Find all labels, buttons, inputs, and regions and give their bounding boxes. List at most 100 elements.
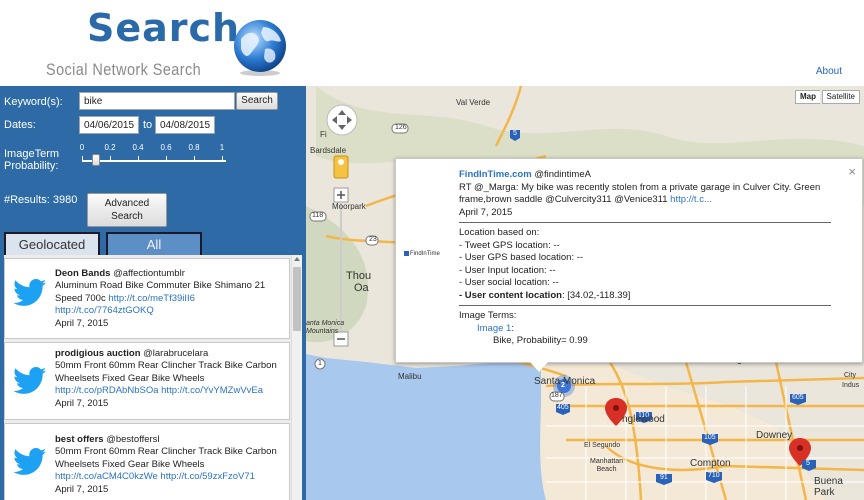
place-label: Indus bbox=[842, 382, 860, 389]
probability-slider[interactable]: 0 0.2 0.4 0.6 0.8 1 bbox=[80, 143, 230, 173]
tweet-link[interactable]: http://t.co/pRDAbNbSOa bbox=[55, 385, 159, 396]
route-label: 91 bbox=[660, 474, 668, 481]
tweet-link[interactable]: http://t.co/aCM4C0kzWe bbox=[55, 471, 158, 482]
location-heading: Location based on: bbox=[459, 227, 540, 238]
slider-tick bbox=[194, 156, 195, 160]
date-to-input[interactable]: 04/08/2015 bbox=[155, 116, 215, 134]
place-label: El Segundo bbox=[584, 442, 621, 449]
date-from-input[interactable]: 04/06/2015 bbox=[79, 116, 139, 134]
slider-tick-label: 0 bbox=[79, 143, 85, 152]
slider-tick bbox=[166, 156, 167, 160]
place-label: Fi bbox=[320, 130, 327, 139]
location-user-social: - User social location: -- bbox=[459, 277, 559, 288]
tweet-handle: @affectiontumblr bbox=[113, 268, 185, 279]
advanced-search-button[interactable]: Advanced Search bbox=[87, 193, 167, 227]
tab-all[interactable]: All bbox=[106, 232, 202, 255]
advanced-search-line2: Search bbox=[111, 211, 143, 222]
place-label: Oa bbox=[354, 282, 369, 294]
list-item[interactable]: best offers @bestoffersl 50mm Front 60mm… bbox=[4, 423, 290, 500]
tweet-link[interactable]: http://t.co/meTf39iII6 bbox=[108, 293, 195, 304]
location-user-content: - User content location: [34.02,-118.39] bbox=[459, 290, 831, 303]
tweet-author[interactable]: best offers bbox=[55, 434, 104, 445]
slider-tick-label: 0.2 bbox=[104, 143, 116, 152]
location-user-content-value: : [34.02,-118.39] bbox=[561, 289, 631, 301]
tweet-handle: @larabrucelara bbox=[143, 348, 209, 359]
globe-icon bbox=[234, 20, 286, 76]
info-window-body: FindInTime.com @findintimeA RT @_Marga: … bbox=[459, 169, 831, 348]
info-source-link[interactable]: FindInTime.com bbox=[459, 169, 532, 180]
place-label: Malibu bbox=[398, 372, 422, 381]
divider bbox=[459, 305, 831, 306]
place-label: Compton bbox=[690, 458, 731, 469]
list-item[interactable]: prodigious auction @larabrucelara 50mm F… bbox=[4, 342, 290, 420]
tweet-author[interactable]: Deon Bands bbox=[55, 268, 110, 279]
findintime-logo-text: FindInTime bbox=[410, 251, 440, 258]
place-label: Buena Park bbox=[814, 476, 843, 498]
location-user-input: - User Input location: -- bbox=[459, 264, 556, 276]
scrollbar-thumb[interactable] bbox=[293, 267, 301, 331]
results-list[interactable]: Deon Bands @affectiontumblr Aluminum Roa… bbox=[4, 255, 302, 500]
tweet-text: Deon Bands @affectiontumblr Aluminum Roa… bbox=[55, 268, 283, 330]
search-button[interactable]: Search bbox=[236, 92, 278, 110]
slider-tick-label: 1 bbox=[219, 143, 225, 152]
route-label: 187 bbox=[551, 392, 563, 399]
findintime-logo-icon bbox=[404, 251, 409, 256]
results-scrollbar[interactable] bbox=[291, 255, 302, 500]
slider-tick bbox=[222, 156, 223, 160]
tweet-date: April 7, 2015 bbox=[55, 483, 109, 495]
tweet-author[interactable]: prodigious auction bbox=[55, 348, 141, 359]
route-label: 405 bbox=[557, 404, 569, 411]
scroll-up-icon[interactable] bbox=[294, 257, 300, 261]
place-label: Downey bbox=[756, 430, 793, 441]
info-source-handle: @findintimeA bbox=[534, 169, 591, 180]
place-label: Moorpark bbox=[332, 202, 366, 211]
map-type-map-button[interactable]: Map bbox=[795, 90, 820, 104]
tweet-date: April 7, 2015 bbox=[55, 397, 109, 409]
map-type-satellite-button[interactable]: Satellite bbox=[821, 90, 860, 104]
marker-cluster[interactable]: 2 bbox=[561, 382, 565, 389]
slider-handle[interactable] bbox=[92, 154, 100, 166]
route-label: 118 bbox=[312, 212, 324, 219]
logo-subtitle: Social Network Search bbox=[46, 60, 202, 79]
route-label: 5 bbox=[513, 130, 517, 137]
route-label: 5 bbox=[806, 460, 810, 467]
close-icon[interactable]: × bbox=[848, 164, 856, 179]
image-term-row: Image 1: bbox=[459, 323, 831, 336]
advanced-search-line1: Advanced bbox=[104, 198, 150, 209]
slider-tick-label: 0.6 bbox=[160, 143, 172, 152]
tweet-link[interactable]: http://t.co/7764ztGOKQ bbox=[55, 305, 154, 316]
place-label: nglewood bbox=[622, 414, 665, 425]
logo-title: Search bbox=[87, 6, 241, 50]
image-terms-heading: Image Terms: bbox=[459, 310, 517, 321]
image-link[interactable]: Image 1 bbox=[477, 323, 511, 334]
date-to-label: to bbox=[143, 119, 153, 131]
route-label: 126 bbox=[395, 124, 407, 131]
imageterm-label-line2: Probability: bbox=[4, 160, 59, 172]
tweet-text: prodigious auction @larabrucelara 50mm F… bbox=[55, 348, 283, 410]
about-link[interactable]: About bbox=[816, 66, 842, 77]
keyword-input[interactable]: bike bbox=[79, 92, 235, 110]
findintime-logo: FindInTime bbox=[404, 251, 440, 257]
twitter-bird-icon bbox=[13, 367, 47, 394]
slider-track bbox=[82, 160, 226, 162]
tab-geolocated[interactable]: Geolocated bbox=[4, 232, 100, 255]
list-item[interactable]: Deon Bands @affectiontumblr Aluminum Roa… bbox=[4, 258, 290, 339]
place-label: Bardsdale bbox=[310, 146, 347, 155]
tweet-text: best offers @bestoffersl 50mm Front 60mm… bbox=[55, 434, 283, 496]
info-window: × FindInTime FindInTime.com @findintimeA… bbox=[395, 158, 863, 363]
search-panel: Keyword(s): bike Search Dates: 04/06/201… bbox=[0, 86, 306, 500]
slider-tick bbox=[110, 156, 111, 160]
imageterm-label: ImageTerm Probability: bbox=[4, 148, 59, 172]
tweet-link[interactable]: http://t.co/59zxFzoV71 bbox=[160, 471, 255, 482]
route-label: 710 bbox=[708, 472, 720, 479]
results-count: #Results: 3980 bbox=[4, 194, 78, 206]
tweet-link[interactable]: http://t.co/YvYMZwVvEa bbox=[161, 385, 263, 396]
slider-tick-label: 0.8 bbox=[188, 143, 200, 152]
divider bbox=[459, 222, 831, 223]
map-view[interactable]: 126 5 118 23 1 187 405 110 105 605 710 9… bbox=[306, 86, 864, 500]
image-term-result: Bike, Probability= 0.99 bbox=[493, 335, 588, 346]
slider-tick-label: 0.4 bbox=[132, 143, 144, 152]
info-tweet-link[interactable]: http://t.c... bbox=[670, 194, 712, 205]
place-label: Val Verde bbox=[456, 98, 491, 107]
route-label: 1 bbox=[318, 360, 322, 367]
